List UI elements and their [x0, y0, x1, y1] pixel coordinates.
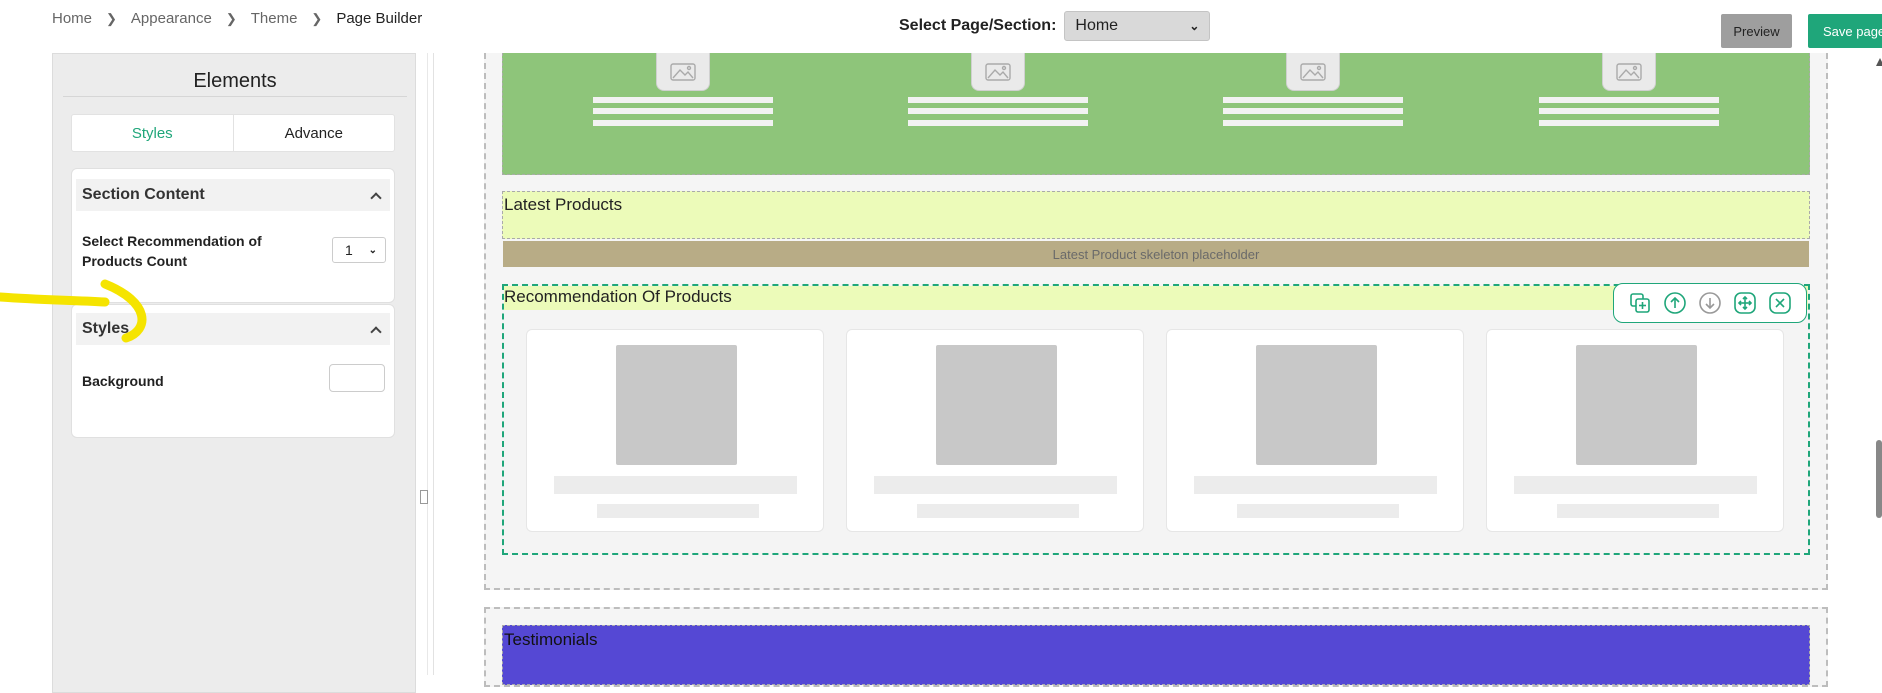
product-title-skeleton [1514, 476, 1757, 494]
page-select-value: Home [1075, 17, 1119, 34]
product-image-skeleton [1576, 345, 1697, 465]
panel-resize-handle[interactable] [420, 490, 428, 504]
product-skeleton-card [526, 329, 824, 532]
move-up-icon[interactable] [1662, 290, 1688, 316]
section-content-header[interactable]: Section Content [76, 179, 390, 211]
panel-tabs: Styles Advance [71, 114, 395, 152]
chevron-right-icon: ❯ [106, 10, 117, 26]
latest-products-section[interactable] [502, 191, 1810, 239]
section-toolbar [1613, 283, 1807, 323]
product-title-skeleton [1194, 476, 1437, 494]
latest-products-placeholder: Latest Product skeleton placeholder [503, 241, 1809, 267]
tab-styles[interactable]: Styles [72, 115, 234, 151]
text-skeleton-line [1539, 97, 1719, 103]
text-skeleton-line [593, 108, 773, 114]
product-image-skeleton [936, 345, 1057, 465]
background-label: Background [82, 373, 164, 389]
text-skeleton-line [1539, 120, 1719, 126]
product-skeleton-card [1486, 329, 1784, 532]
scroll-up-arrow-icon[interactable] [1876, 58, 1882, 66]
text-skeleton-line [1539, 108, 1719, 114]
breadcrumb-appearance[interactable]: Appearance [131, 10, 212, 27]
product-price-skeleton [1557, 504, 1719, 518]
recommendation-count-label: Select Recommendation of Products Count [82, 233, 262, 269]
panel-divider [63, 96, 407, 97]
recommendation-count-value: 1 [345, 242, 353, 258]
product-skeleton-card [1166, 329, 1464, 532]
breadcrumb: Home ❯ Appearance ❯ Theme ❯ Page Builder [52, 10, 422, 27]
tab-advance[interactable]: Advance [234, 115, 395, 151]
text-skeleton-line [593, 120, 773, 126]
page-section-select-group: Select Page/Section: Home ⌄ [899, 11, 1211, 41]
product-title-skeleton [554, 476, 797, 494]
page-section-select[interactable]: Home ⌄ [1064, 11, 1211, 41]
canvas-scrollbar[interactable] [1876, 440, 1882, 518]
recommendation-title: Recommendation Of Products [504, 287, 732, 306]
background-color-input[interactable] [329, 364, 385, 392]
latest-products-title: Latest Products [504, 195, 623, 214]
product-price-skeleton [917, 504, 1079, 518]
testimonials-section[interactable] [502, 625, 1810, 685]
panel-title: Elements [193, 70, 277, 92]
image-placeholder-icon [656, 53, 710, 91]
product-image-skeleton [1256, 345, 1377, 465]
product-price-skeleton [1237, 504, 1399, 518]
elements-panel: Elements Styles Advance Section Content … [52, 53, 416, 693]
breadcrumb-home[interactable]: Home [52, 10, 92, 27]
move-down-icon[interactable] [1697, 290, 1723, 316]
annotation-mark [0, 279, 147, 343]
breadcrumb-theme[interactable]: Theme [251, 10, 298, 27]
breadcrumb-current: Page Builder [336, 10, 423, 27]
chevron-down-icon: ⌄ [368, 244, 377, 256]
text-skeleton-line [908, 120, 1088, 126]
chevron-up-icon [370, 325, 382, 338]
product-image-skeleton [616, 345, 737, 465]
text-skeleton-line [1223, 108, 1403, 114]
section-content-heading: Section Content [82, 186, 205, 203]
product-skeleton-card [846, 329, 1144, 532]
text-skeleton-line [1223, 97, 1403, 103]
chevron-up-icon [370, 191, 382, 204]
testimonials-title: Testimonials [504, 630, 598, 649]
duplicate-icon[interactable] [1627, 290, 1653, 316]
remove-icon[interactable] [1767, 290, 1793, 316]
image-placeholder-icon [971, 53, 1025, 91]
product-title-skeleton [874, 476, 1117, 494]
chevron-right-icon: ❯ [311, 10, 323, 26]
page-select-label: Select Page/Section: [899, 17, 1057, 34]
text-skeleton-line [908, 108, 1088, 114]
panel-splitter-line [427, 53, 428, 675]
image-placeholder-icon [1286, 53, 1340, 91]
recommendation-count-select[interactable]: 1 ⌄ [332, 237, 386, 263]
text-skeleton-line [1223, 120, 1403, 126]
text-skeleton-line [593, 97, 773, 103]
chevron-down-icon: ⌄ [1189, 19, 1200, 33]
preview-button[interactable]: Preview [1721, 14, 1792, 48]
product-price-skeleton [597, 504, 759, 518]
chevron-right-icon: ❯ [225, 10, 237, 26]
image-placeholder-icon [1602, 53, 1656, 91]
text-skeleton-line [908, 97, 1088, 103]
drag-move-icon[interactable] [1732, 290, 1758, 316]
save-page-button[interactable]: Save page [1808, 14, 1882, 48]
